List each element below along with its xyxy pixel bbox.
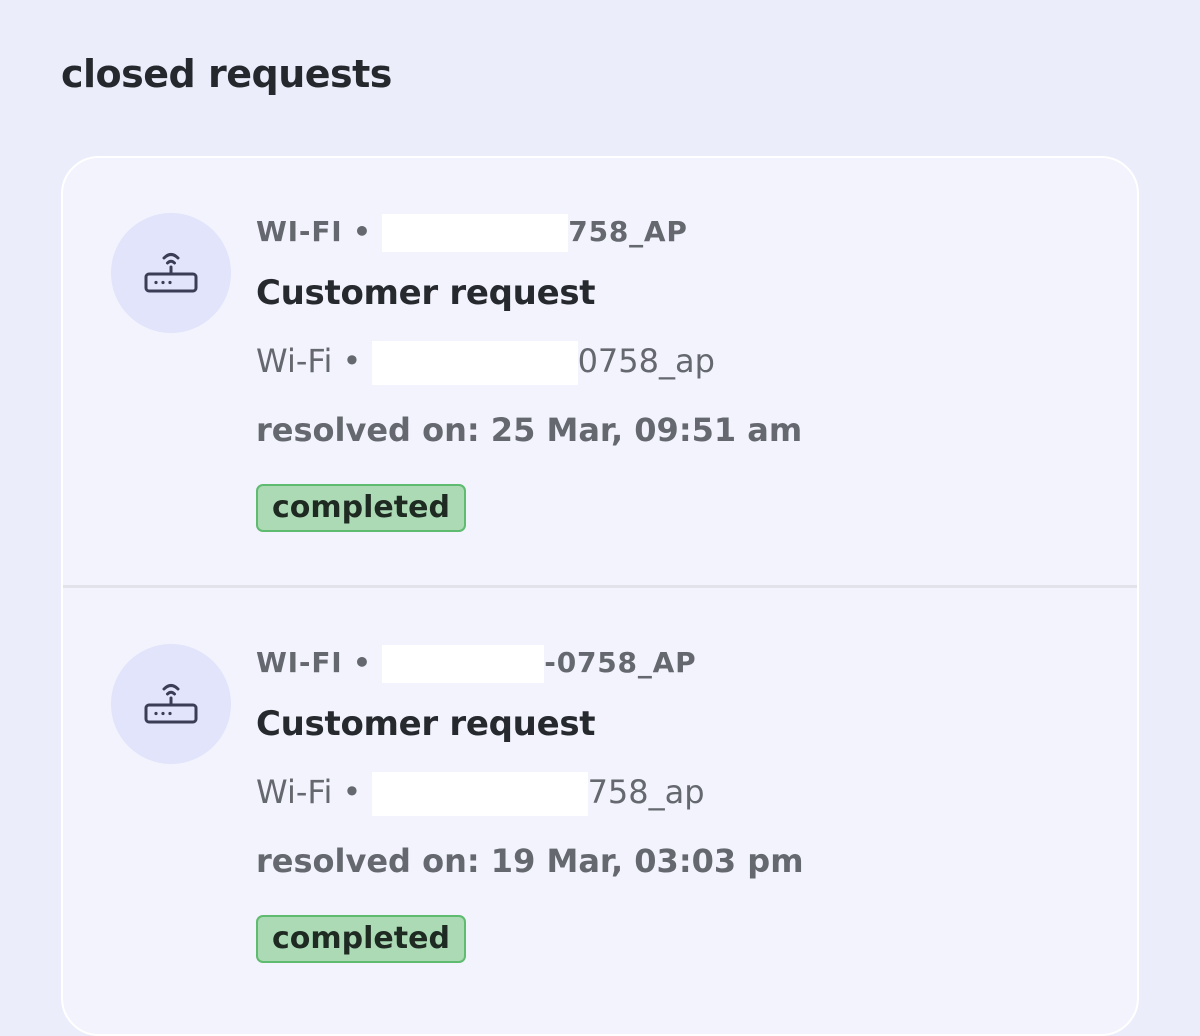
resolved-date: resolved on: 25 Mar, 09:51 am — [256, 411, 803, 449]
request-sub-category: Wi-Fi • — [256, 342, 362, 380]
request-item[interactable]: WI-FI • -0758_AP Customer request Wi-Fi … — [63, 589, 1137, 1019]
status-badge: completed — [256, 484, 466, 532]
closed-requests-list: WI-FI • 758_AP Customer request Wi-Fi • … — [61, 156, 1139, 1036]
network-id: 758_AP — [568, 215, 688, 248]
redacted-block — [382, 645, 545, 683]
request-category: WI-FI • — [256, 646, 372, 679]
request-category: WI-FI • — [256, 215, 372, 248]
request-subtitle: Wi-Fi • 758_ap — [256, 772, 705, 816]
request-subtitle: Wi-Fi • 0758_ap — [256, 341, 715, 385]
router-icon — [111, 644, 231, 764]
request-sub-category: Wi-Fi • — [256, 773, 362, 811]
page-title: closed requests — [61, 52, 392, 96]
request-network-label: WI-FI • 758_AP — [256, 214, 688, 252]
request-network-label: WI-FI • -0758_AP — [256, 645, 696, 683]
redacted-block — [371, 772, 588, 816]
redacted-block — [382, 214, 569, 252]
network-id: -0758_AP — [544, 646, 697, 679]
router-icon — [111, 213, 231, 333]
request-title: Customer request — [256, 704, 596, 744]
sub-network-id: 758_ap — [587, 773, 705, 811]
request-title: Customer request — [256, 273, 596, 313]
sub-network-id: 0758_ap — [577, 342, 715, 380]
status-badge: completed — [256, 915, 466, 963]
redacted-block — [371, 341, 578, 385]
divider — [63, 585, 1137, 588]
resolved-date: resolved on: 19 Mar, 03:03 pm — [256, 842, 804, 880]
request-item[interactable]: WI-FI • 758_AP Customer request Wi-Fi • … — [63, 158, 1137, 588]
